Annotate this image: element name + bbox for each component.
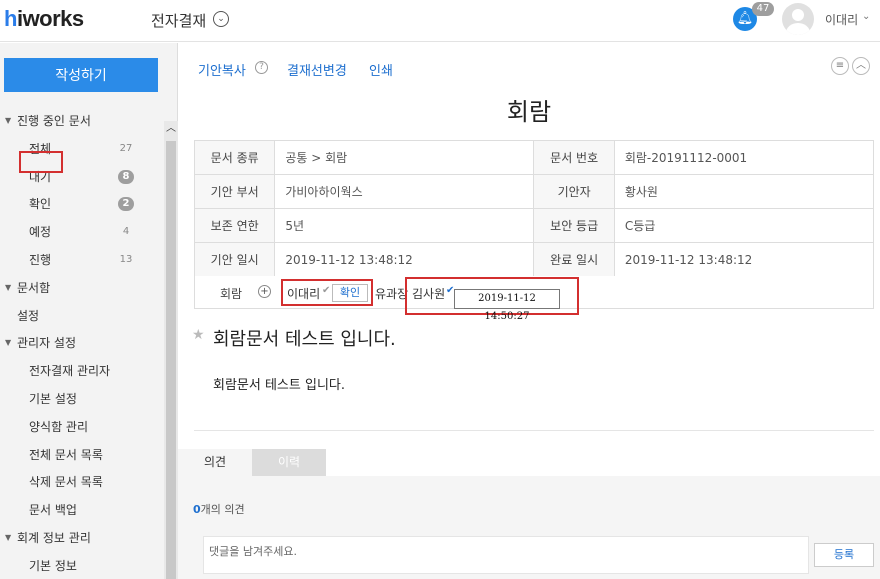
- table-row: 문서 종류 공통 > 회람 문서 번호 회람-20191112-0001: [193, 140, 875, 175]
- sidebar-item[interactable]: 예정 4: [0, 219, 164, 245]
- table-key: 보안 등급: [533, 208, 615, 243]
- table-key: 보존 연한: [193, 208, 276, 243]
- sidebar-item[interactable]: 확인 2: [0, 191, 164, 217]
- sidebar-item[interactable]: ▼ 회계 정보 관리: [0, 525, 164, 551]
- sidebar-item-label: 확인: [29, 197, 52, 212]
- document-body: 회람문서 테스트 입니다.: [213, 378, 345, 393]
- sidebar-item[interactable]: 전체 문서 목록: [0, 442, 164, 468]
- sidebar-item[interactable]: 전자결재 관리자: [0, 358, 164, 384]
- sidebar-item[interactable]: ▼ 문서함: [0, 275, 164, 301]
- table-row: 기안 부서 가비아하이웍스 기안자 황사원: [193, 174, 875, 209]
- document-info-table: 문서 종류 공통 > 회람 문서 번호 회람-20191112-0001 기안 부서 가비…: [193, 140, 875, 277]
- copy-draft-link[interactable]: 기안복사: [198, 60, 246, 79]
- chevron-up-icon[interactable]: ︿: [165, 123, 177, 135]
- tab-opinion[interactable]: 의견: [178, 449, 252, 476]
- reviewer-2: 유과장: [375, 287, 409, 301]
- table-key: 기안 부서: [193, 174, 276, 209]
- list-icon[interactable]: ≡: [831, 57, 849, 75]
- table-row: 보존 연한 5년 보안 등급 C등급: [193, 208, 875, 243]
- scrollbar-thumb[interactable]: [166, 141, 176, 579]
- sidebar-item-label: 전자결재 관리자: [29, 364, 111, 379]
- sidebar-item[interactable]: ▼ 관리자 설정: [0, 330, 164, 356]
- sidebar-item[interactable]: 삭제 문서 목록: [0, 469, 164, 495]
- sidebar-item-label: 진행: [29, 253, 52, 267]
- table-key: 기안자: [533, 174, 615, 209]
- caret-icon[interactable]: ▼: [5, 525, 11, 551]
- sidebar-item-label: 기본 정보: [29, 558, 77, 573]
- chevron-down-icon[interactable]: ⌄: [862, 11, 870, 22]
- table-value: 2019-11-12 13:48:12: [274, 242, 535, 277]
- chevron-down-icon[interactable]: ⌄: [213, 11, 229, 27]
- top-bar: hiworks 전자결재 ⌄ 🔔︎ 47 이대리 ⌄: [0, 0, 880, 42]
- register-button[interactable]: 등록: [814, 543, 874, 567]
- chevron-up-icon[interactable]: ︿: [852, 57, 870, 75]
- sidebar-item-label: 문서 백업: [29, 503, 77, 518]
- sidebar-item[interactable]: ▼ 진행 중인 문서: [0, 108, 164, 134]
- table-key: 문서 종류: [193, 140, 276, 175]
- sidebar-item[interactable]: 기본 설정: [0, 386, 164, 412]
- write-button[interactable]: 작성하기: [4, 58, 158, 92]
- notification-badge: 47: [752, 2, 774, 16]
- sidebar-item-label: 회계 정보 관리: [17, 531, 91, 545]
- sidebar-item[interactable]: 설정: [0, 303, 164, 329]
- document-title: 회람: [506, 98, 552, 126]
- count-badge: 4: [122, 226, 130, 238]
- star-icon[interactable]: ★: [192, 327, 205, 343]
- sidebar-item-label: 삭제 문서 목록: [29, 475, 103, 490]
- review-label: 회람: [220, 287, 243, 301]
- highlight-box: [19, 151, 63, 173]
- table-value: 2019-11-12 13:48:12: [613, 242, 875, 277]
- change-line-link[interactable]: 결재선변경: [287, 60, 347, 79]
- sidebar-item[interactable]: 양식함 관리: [0, 414, 164, 440]
- table-value: 회람-20191112-0001: [613, 140, 875, 175]
- highlight-box: [281, 279, 373, 306]
- count-badge: 2: [118, 197, 134, 212]
- comment-input[interactable]: 댓글을 남겨주세요.: [203, 536, 809, 574]
- sidebar-item-label: 기본 설정: [29, 392, 77, 406]
- table-value: 가비아하이웍스: [274, 174, 535, 209]
- username[interactable]: 이대리: [825, 11, 858, 28]
- sidebar-item-label: 양식함 관리: [29, 419, 89, 434]
- sidebar-item-label: 진행 중인 문서: [17, 114, 91, 128]
- app-title[interactable]: 전자결재: [151, 10, 206, 31]
- count-badge: 27: [119, 142, 133, 154]
- tab-history[interactable]: 이력: [252, 449, 326, 476]
- caret-icon[interactable]: ▼: [5, 275, 11, 301]
- table-key: 문서 번호: [533, 140, 615, 175]
- sidebar-scrollbar[interactable]: [164, 121, 178, 579]
- sidebar-item-label: 전체 문서 목록: [29, 447, 103, 462]
- caret-icon[interactable]: ▼: [5, 108, 11, 134]
- avatar[interactable]: [782, 3, 814, 35]
- sidebar-item[interactable]: 기본 정보: [0, 553, 164, 579]
- sidebar-item[interactable]: 문서 백업: [0, 497, 164, 523]
- hiworks-logo[interactable]: hiworks: [4, 6, 84, 32]
- table-value: C등급: [613, 208, 875, 243]
- comment-count: 0개의 의견: [193, 503, 245, 516]
- count-badge: 8: [118, 169, 134, 184]
- count-badge: 13: [119, 254, 133, 265]
- table-row: 기안 일시 2019-11-12 13:48:12 완료 일시 2019-11-12 …: [193, 242, 875, 277]
- table-key: 완료 일시: [533, 242, 615, 277]
- plus-icon[interactable]: +: [258, 285, 271, 298]
- sidebar-item-label: 설정: [17, 308, 40, 323]
- sidebar-item-label: 문서함: [17, 280, 51, 295]
- divider: [194, 430, 874, 431]
- sidebar-item-label: 예정: [29, 225, 52, 240]
- table-key: 기안 일시: [193, 242, 276, 277]
- help-icon[interactable]: ?: [255, 61, 268, 74]
- table-value: 5년: [274, 208, 535, 243]
- print-link[interactable]: 인쇄: [369, 60, 393, 79]
- caret-icon[interactable]: ▼: [5, 330, 11, 356]
- sidebar-item-label: 관리자 설정: [17, 336, 77, 351]
- document-heading: 회람문서 테스트 입니다.: [213, 329, 396, 350]
- table-value: 공통 > 회람: [274, 140, 535, 175]
- sidebar-item[interactable]: 진행 13: [0, 247, 164, 273]
- confirm-timestamp-tooltip: 2019-11-12 14:50:27: [454, 289, 560, 322]
- table-value: 황사원: [613, 174, 875, 209]
